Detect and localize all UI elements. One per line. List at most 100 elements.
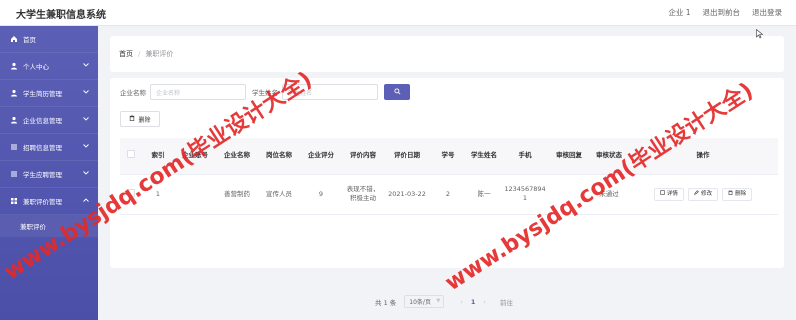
detail-label: 详情: [666, 190, 678, 197]
cell-actions: 详情 修改 删除: [628, 174, 778, 215]
menu-icon: [10, 143, 18, 151]
next-page-icon[interactable]: ›: [483, 298, 486, 306]
delete-button[interactable]: 删除: [722, 187, 753, 201]
main-content: 首页 / 兼职评价 企业名称 企业名称 学生姓名 学生姓名 删除 索引 企业账号…: [98, 26, 796, 320]
sidebar-item-home[interactable]: 首页: [0, 26, 98, 53]
chevron-up-icon: [83, 197, 89, 204]
breadcrumb-current: 兼职评价: [145, 50, 174, 58]
page-number[interactable]: 1: [471, 298, 476, 306]
user-icon: [10, 62, 18, 70]
sidebar: 首页 个人中心 学生简历管理 企业信息管理 招聘信息管理 学生应聘管理 兼职评价…: [0, 26, 98, 320]
user-icon: [10, 116, 18, 124]
column-header: 审核回复: [548, 138, 590, 175]
cell-reply: [548, 174, 590, 215]
prev-page-icon[interactable]: ‹: [460, 298, 463, 306]
chevron-down-icon: [83, 143, 89, 150]
cell-date: 2021-03-22: [384, 174, 430, 215]
sidebar-item-label: 企业信息管理: [23, 117, 62, 125]
content-card: 企业名称 企业名称 学生姓名 学生姓名 删除 索引 企业账号 企业名称 岗位名称…: [110, 78, 784, 308]
cell-position: 宣传人员: [258, 174, 300, 215]
goto-label: 前往: [500, 298, 514, 307]
search-bar: 企业名称 企业名称 学生姓名 学生姓名: [120, 84, 410, 100]
breadcrumb: 首页 / 兼职评价: [110, 36, 784, 72]
column-header: 企业名称: [216, 138, 258, 175]
cell-phone: 12345678941: [502, 174, 548, 215]
chevron-down-icon: [83, 89, 89, 96]
breadcrumb-separator: /: [138, 50, 141, 58]
search-icon: [393, 87, 401, 97]
sidebar-item-resume[interactable]: 学生简历管理: [0, 80, 98, 107]
sidebar-item-label: 招聘信息管理: [23, 144, 62, 152]
cell-company-account: [174, 174, 216, 215]
mouse-cursor-icon: [756, 28, 764, 39]
column-header: 岗位名称: [258, 138, 300, 175]
trash-icon: [728, 190, 733, 199]
column-header: 企业账号: [174, 138, 216, 175]
top-links: 企业 1 退出到前台 退出登录: [668, 7, 782, 18]
select-all-checkbox[interactable]: [127, 150, 135, 159]
table-header-row: 索引 企业账号 企业名称 岗位名称 企业评分 评价内容 评价日期 学号 学生姓名…: [120, 138, 778, 175]
column-header: 企业评分: [300, 138, 342, 175]
cell-index: 1: [142, 174, 174, 215]
pagination: 共 1 条 10条/页 ▼ ‹ 1 › 前往: [375, 295, 513, 308]
detail-icon: [660, 189, 665, 199]
sidebar-item-profile[interactable]: 个人中心: [0, 53, 98, 80]
column-header: 学号: [430, 138, 466, 175]
student-name-input[interactable]: 学生姓名: [282, 84, 378, 100]
pagination-total: 共 1 条: [375, 298, 397, 307]
edit-icon: [694, 189, 699, 199]
column-header: 评价内容: [342, 138, 384, 175]
trash-icon: [129, 115, 135, 123]
sidebar-item-label: 学生简历管理: [23, 90, 62, 98]
grid-icon: [10, 197, 18, 205]
sidebar-item-label: 个人中心: [23, 63, 49, 71]
breadcrumb-home[interactable]: 首页: [119, 49, 133, 59]
batch-delete-label: 删除: [138, 116, 151, 124]
logout-link[interactable]: 退出登录: [752, 7, 782, 18]
chevron-down-icon: [83, 62, 89, 69]
delete-label: 删除: [735, 190, 747, 197]
chevron-down-icon: [83, 170, 89, 177]
cell-company-name: 善营制药: [216, 174, 258, 215]
row-select-cell: [120, 174, 142, 215]
student-name-label: 学生姓名: [252, 89, 278, 97]
user-icon: [10, 89, 18, 97]
column-header: 手机: [502, 138, 548, 175]
sidebar-item-recruit[interactable]: 招聘信息管理: [0, 134, 98, 161]
top-navbar: 大学生兼职信息系统 企业 1 退出到前台 退出登录: [0, 0, 796, 26]
evaluation-table: 索引 企业账号 企业名称 岗位名称 企业评分 评价内容 评价日期 学号 学生姓名…: [120, 138, 778, 215]
sidebar-item-application[interactable]: 学生应聘管理: [0, 161, 98, 188]
column-header: 学生姓名: [466, 138, 502, 175]
edit-label: 修改: [700, 190, 712, 197]
select-all-header: [120, 138, 142, 175]
page-size-value: 10条/页: [409, 299, 431, 306]
column-header: 索引: [142, 138, 174, 175]
row-checkbox[interactable]: [127, 188, 135, 197]
sidebar-item-label: 首页: [23, 36, 36, 44]
column-header: 操作: [628, 138, 778, 175]
table-row: 1 善营制药 宣传人员 9 表现不错，积极主动 2021-03-22 2 陈一 …: [120, 174, 778, 215]
search-button[interactable]: [384, 84, 410, 100]
sidebar-item-label: 兼职评价管理: [23, 198, 62, 206]
company-name-input[interactable]: 企业名称: [150, 84, 246, 100]
cell-student-no: 2: [430, 174, 466, 215]
sidebar-subitem-evaluation[interactable]: 兼职评价: [0, 215, 98, 237]
sidebar-item-label: 学生应聘管理: [23, 171, 62, 179]
app-title: 大学生兼职信息系统: [16, 10, 106, 21]
sidebar-item-company[interactable]: 企业信息管理: [0, 107, 98, 134]
page-size-select[interactable]: 10条/页 ▼: [404, 295, 445, 308]
company-name-label: 企业名称: [120, 89, 146, 97]
column-header: 审核状态: [590, 138, 628, 175]
cell-content: 表现不错，积极主动: [342, 174, 384, 215]
chevron-down-icon: ▼: [436, 298, 441, 304]
back-to-frontend-link[interactable]: 退出到前台: [703, 7, 741, 18]
batch-delete-button[interactable]: 删除: [120, 111, 160, 127]
detail-button[interactable]: 详情: [653, 187, 684, 201]
cell-student-name: 陈一: [466, 174, 502, 215]
home-icon: [10, 35, 18, 43]
cell-status: 未通过: [590, 174, 628, 215]
cell-score: 9: [300, 174, 342, 215]
sidebar-item-evaluation[interactable]: 兼职评价管理: [0, 188, 98, 215]
edit-button[interactable]: 修改: [687, 187, 718, 201]
account-link[interactable]: 企业 1: [668, 7, 690, 18]
